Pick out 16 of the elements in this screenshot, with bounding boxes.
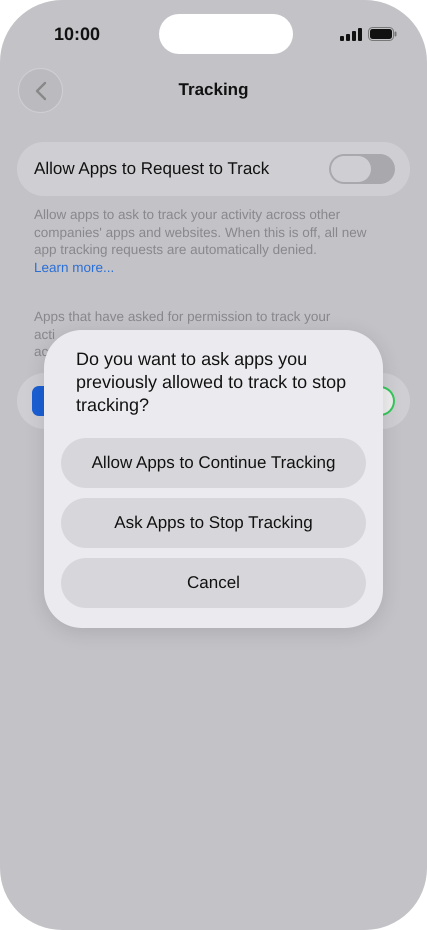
alert-button[interactable]: Ask Apps to Stop Tracking — [61, 498, 366, 548]
alert-button[interactable]: Cancel — [61, 558, 366, 608]
alert-button[interactable]: Allow Apps to Continue Tracking — [61, 438, 366, 488]
note-text: Apps that have asked for permission to track your — [34, 308, 330, 326]
chevron-left-icon — [34, 80, 46, 100]
toggle-switch[interactable] — [329, 154, 395, 184]
back-button[interactable] — [18, 68, 63, 113]
status-time: 10:00 — [54, 24, 102, 44]
note-text: ac — [34, 343, 48, 360]
battery-icon — [368, 27, 397, 41]
footer-text: Allow apps to ask to track your activity across other companies' apps and websites. When this is off, all new app tracking requests are automatically denied. Learn more... — [34, 206, 368, 276]
note-text: acti — [34, 326, 56, 343]
setting-label: Allow Apps to Request to Track — [34, 159, 270, 179]
nav-title: Tracking — [178, 80, 248, 100]
signal-icon — [340, 28, 362, 40]
alert-message: Do you want to ask apps you previously allowed to track to stop tracking? — [76, 348, 348, 417]
